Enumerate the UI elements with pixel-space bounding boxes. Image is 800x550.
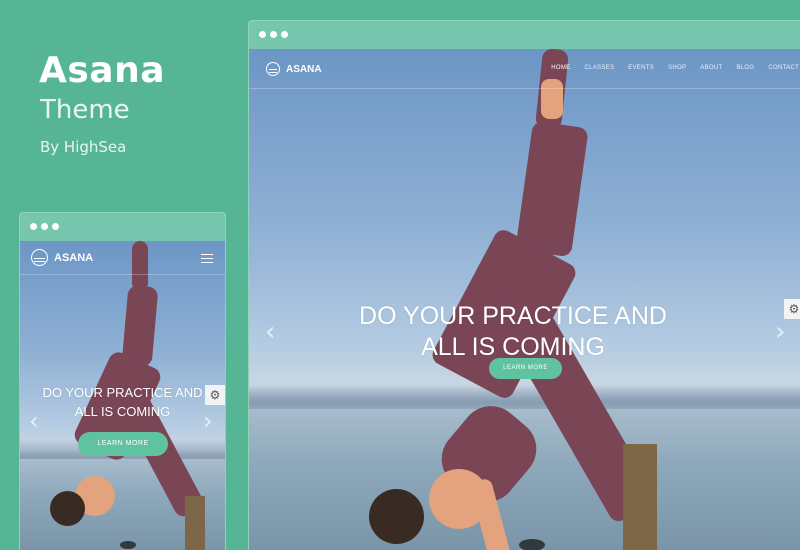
window-dot-icon <box>30 223 37 230</box>
window-controls <box>259 31 288 38</box>
desktop-browser-window: ASANA HOME CLASSES EVENTS SHOP ABOUT BLO… <box>248 20 800 550</box>
slider-prev-icon[interactable]: ‹ <box>265 317 275 347</box>
mobile-hero: ASANA DO YOUR PRACTICE AND ALL IS COMING… <box>20 241 225 550</box>
dock-post <box>185 496 205 550</box>
window-dot-icon <box>259 31 266 38</box>
theme-subtitle: Theme <box>40 95 130 125</box>
nav-menu: HOME CLASSES EVENTS SHOP ABOUT BLOG CONT… <box>551 65 799 71</box>
nav-item-blog[interactable]: BLOG <box>736 65 754 71</box>
settings-gear-icon[interactable]: ⚙ <box>784 299 800 319</box>
learn-more-button[interactable]: LEARN MORE <box>78 432 168 456</box>
duck <box>519 539 545 550</box>
window-dot-icon <box>281 31 288 38</box>
mobile-browser-window: ASANA DO YOUR PRACTICE AND ALL IS COMING… <box>19 212 226 550</box>
hero-heading-line1: DO YOUR PRACTICE AND <box>42 385 203 400</box>
window-dot-icon <box>52 223 59 230</box>
logo-text: ASANA <box>286 63 322 75</box>
site-logo[interactable]: ASANA <box>266 62 322 76</box>
dock-post <box>623 444 657 550</box>
site-logo[interactable]: ASANA <box>31 249 93 266</box>
nav-item-shop[interactable]: SHOP <box>668 65 686 71</box>
nav-item-classes[interactable]: CLASSES <box>584 65 614 71</box>
nav-item-contact[interactable]: CONTACT <box>768 65 799 71</box>
window-dot-icon <box>41 223 48 230</box>
slider-prev-icon[interactable]: ‹ <box>29 407 39 435</box>
menu-hamburger-icon[interactable] <box>201 254 213 266</box>
theme-title: Asana <box>39 50 166 91</box>
theme-byline: By HighSea <box>40 138 127 156</box>
settings-gear-icon[interactable]: ⚙ <box>205 385 225 405</box>
nav-item-about[interactable]: ABOUT <box>700 65 722 71</box>
figure-hair <box>369 489 424 544</box>
figure-leg-raised <box>515 120 589 258</box>
window-controls <box>30 223 59 230</box>
site-navbar: ASANA <box>20 241 225 275</box>
window-titlebar <box>20 213 225 241</box>
duck <box>120 541 136 549</box>
hero-heading-line2: ALL IS COMING <box>74 404 171 419</box>
desktop-hero: ASANA HOME CLASSES EVENTS SHOP ABOUT BLO… <box>249 49 800 550</box>
nav-item-home[interactable]: HOME <box>551 65 570 71</box>
sun-waves-icon <box>31 249 48 266</box>
learn-more-button[interactable]: LEARN MORE <box>489 358 562 379</box>
sun-waves-icon <box>266 62 280 76</box>
hero-heading-line1: DO YOUR PRACTICE AND <box>359 302 667 330</box>
site-navbar: ASANA HOME CLASSES EVENTS SHOP ABOUT BLO… <box>249 49 800 89</box>
logo-text: ASANA <box>54 251 94 264</box>
window-titlebar <box>249 21 800 49</box>
slider-next-icon[interactable]: › <box>775 317 785 347</box>
figure-hair <box>50 491 85 526</box>
nav-item-events[interactable]: EVENTS <box>628 65 654 71</box>
slider-next-icon[interactable]: › <box>203 407 213 435</box>
window-dot-icon <box>270 31 277 38</box>
